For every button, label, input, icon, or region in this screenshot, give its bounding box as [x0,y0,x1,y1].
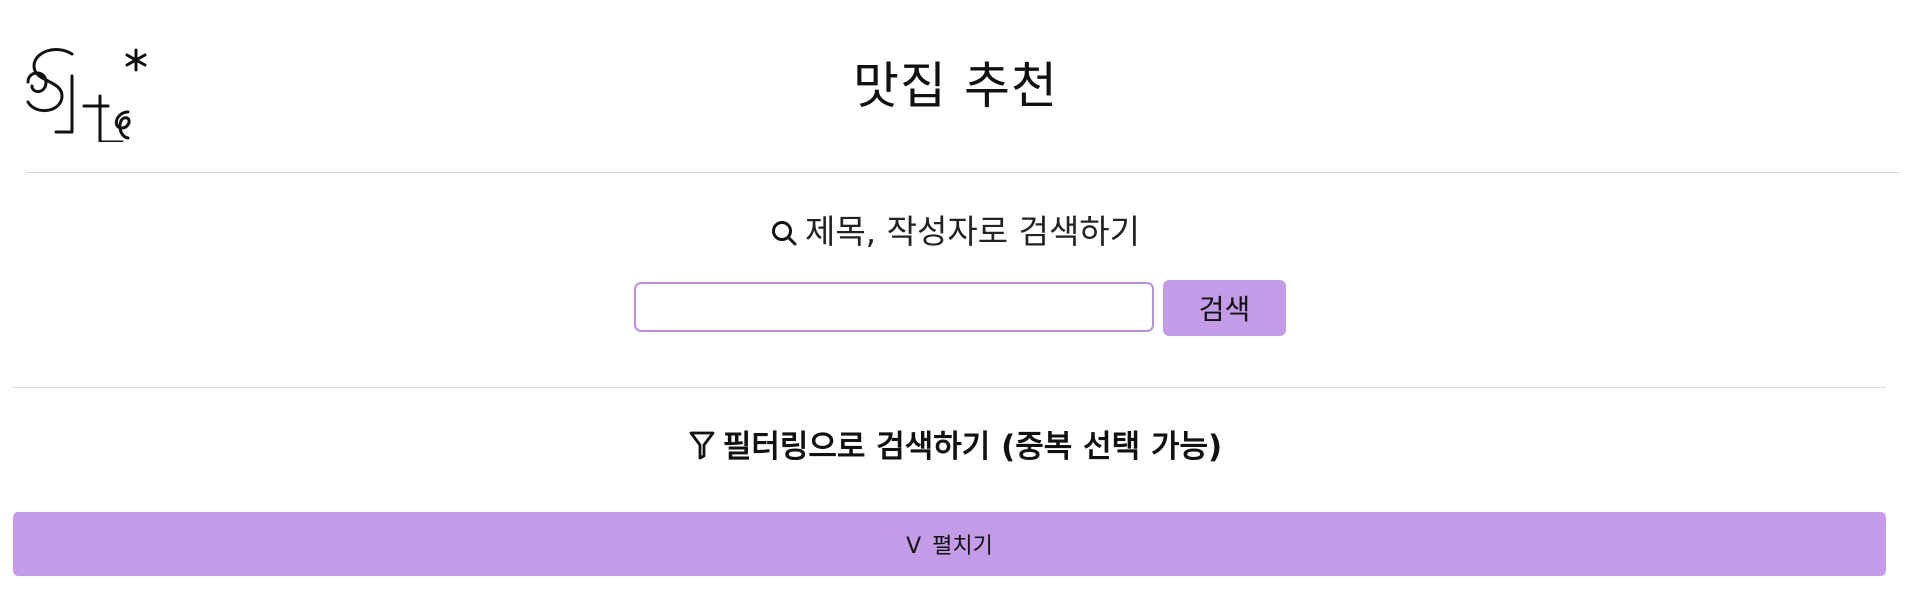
search-heading: 제목, 작성자로 검색하기 [0,210,1911,257]
chevron-down-icon: V [906,534,922,559]
divider [26,172,1899,173]
search-icon [771,213,797,257]
page-title: 맛집 추천 [853,57,1058,115]
page: 맛집 추천 제목, 작성자로 검색하기 검색 필터링으로 검색하기 (중복 선택… [0,0,1911,610]
filter-heading: 필터링으로 검색하기 (중복 선택 가능) [0,425,1911,472]
search-input[interactable] [634,282,1154,332]
search-heading-label: 제목, 작성자로 검색하기 [804,212,1141,251]
search-button[interactable]: 검색 [1163,280,1286,336]
expand-button[interactable]: V 펼치기 [13,512,1886,576]
filter-icon [689,428,715,472]
header: 맛집 추천 [0,0,1911,172]
expand-label: 펼치기 [932,534,993,559]
divider [13,387,1886,388]
filter-heading-label: 필터링으로 검색하기 (중복 선택 가능) [722,429,1223,465]
